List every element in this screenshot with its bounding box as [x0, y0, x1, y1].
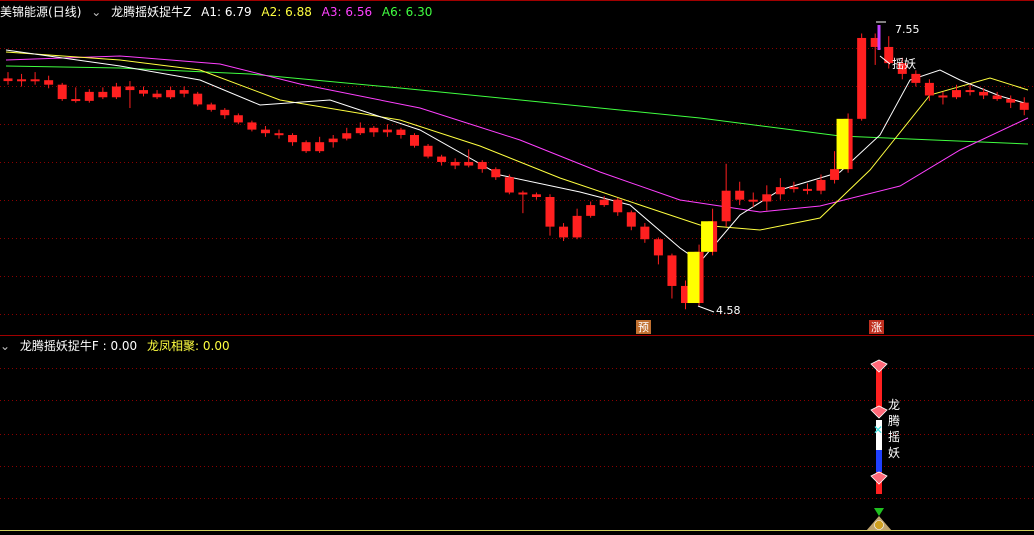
vertical-text-4: 妖 — [888, 446, 900, 460]
candle-body — [735, 190, 745, 200]
yao-label: 摇妖 — [892, 57, 916, 71]
candle-body — [572, 215, 582, 238]
candle-body — [382, 129, 392, 133]
candle-body — [84, 91, 94, 101]
candle-body — [57, 84, 67, 100]
candle-body — [288, 135, 298, 143]
candle-body — [653, 239, 663, 256]
signal-bar — [836, 118, 849, 170]
candle-body — [789, 187, 799, 190]
signal-bar — [701, 221, 714, 252]
candle-body — [410, 135, 419, 146]
vertical-text-3: 摇 — [888, 430, 900, 444]
vertical-text-1: 龙 — [888, 398, 900, 412]
coin-icon — [874, 520, 884, 530]
candle-body — [355, 127, 365, 134]
candle-body — [531, 194, 541, 197]
candle-body — [599, 199, 609, 206]
candle-body — [396, 129, 406, 136]
candle-body — [992, 95, 1002, 100]
candle-body — [152, 93, 162, 98]
candle-body — [44, 80, 54, 85]
candle-body — [220, 109, 230, 116]
candle-body — [111, 86, 121, 98]
candle-body — [315, 142, 325, 152]
candle-body — [3, 78, 13, 82]
ma-a1-line — [5, 49, 1029, 263]
candle-body — [342, 133, 352, 139]
candle-body — [301, 142, 311, 152]
candle-body — [450, 161, 460, 166]
candle-body — [830, 169, 840, 180]
chart-canvas[interactable]: 7.55 4.58 摇妖 预 涨 ✕ 龙 腾 摇 妖 — [0, 0, 1034, 535]
vertical-text-2: 腾 — [888, 413, 900, 428]
candle-body — [98, 91, 108, 98]
candle-body — [816, 179, 826, 191]
ma-a3-line — [5, 55, 1029, 213]
candle-body — [613, 199, 623, 213]
x-mark-icon: ✕ — [873, 423, 883, 437]
candle-body — [518, 192, 528, 195]
candle-body — [166, 90, 176, 98]
candle-body — [477, 161, 487, 170]
candle-body — [17, 79, 27, 82]
candle-body — [139, 90, 148, 94]
candle-body — [504, 177, 514, 193]
diamond-icon — [870, 471, 888, 485]
candle-body — [802, 188, 812, 191]
candle-body — [247, 122, 257, 130]
candle-body — [938, 95, 948, 98]
signal-bar-blue — [876, 450, 882, 472]
candle-body — [857, 37, 867, 119]
candle-body — [667, 255, 677, 286]
zhang-marker: 涨 — [871, 321, 882, 334]
candle-body — [952, 90, 961, 98]
yu-marker: 预 — [638, 321, 649, 334]
arrow-down-icon — [874, 508, 884, 516]
candle-body — [762, 194, 772, 202]
candle-body — [775, 187, 785, 195]
candle-body — [965, 90, 975, 93]
low-pointer — [697, 305, 715, 313]
diamond-icon — [870, 359, 888, 373]
low-price-label: 4.58 — [716, 304, 741, 317]
candle-body — [260, 129, 270, 134]
candle-body — [748, 199, 758, 202]
candle-body — [640, 226, 650, 240]
ma-a2-line — [5, 51, 1029, 231]
candle-body — [979, 91, 989, 96]
candle-body — [559, 226, 569, 238]
candle-body — [233, 115, 243, 123]
candle-body — [586, 205, 596, 216]
candle-body — [328, 138, 338, 143]
candle-body — [491, 169, 501, 178]
candle-body — [464, 161, 474, 166]
candle-body — [206, 104, 216, 110]
candle-body — [911, 73, 921, 83]
high-price-label: 7.55 — [895, 23, 920, 36]
candle-body — [30, 79, 40, 82]
candle-body — [545, 196, 555, 227]
candle-body — [721, 190, 731, 222]
signal-bar — [687, 251, 700, 304]
ma-a6-line — [5, 65, 1029, 145]
candle-body — [369, 127, 379, 133]
candle-body — [179, 90, 189, 94]
candle-body — [423, 145, 433, 157]
candle-body — [437, 156, 447, 162]
candle-body — [1019, 102, 1029, 110]
candle-body — [193, 93, 203, 105]
candle-body — [626, 212, 636, 227]
candle-body — [1006, 99, 1016, 103]
diamond-icon — [870, 405, 888, 419]
candle-body — [924, 82, 934, 96]
candle-body — [125, 86, 135, 91]
candle-body — [71, 99, 81, 102]
candle-body — [274, 133, 284, 136]
